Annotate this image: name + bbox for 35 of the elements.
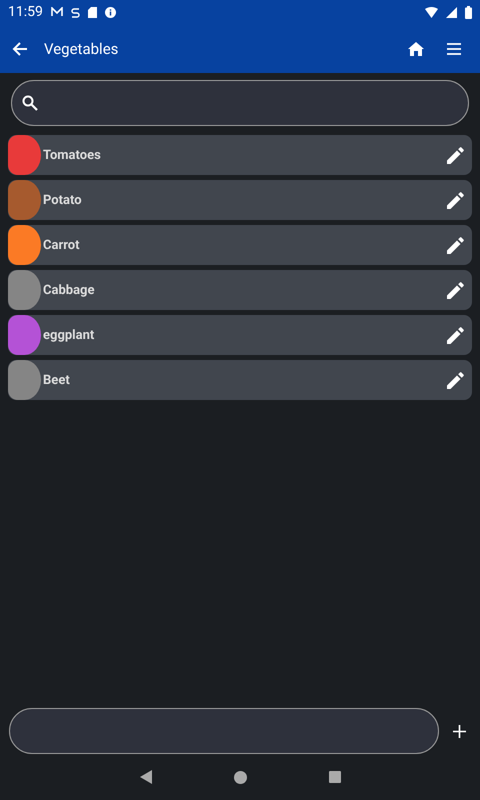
back-arrow-icon[interactable]	[12, 40, 28, 56]
search-field[interactable]	[11, 80, 469, 126]
item-name: eggplant	[43, 328, 96, 342]
edit-icon[interactable]	[447, 192, 464, 208]
list-item[interactable]: Cabbage	[8, 270, 472, 310]
signal-icon	[446, 6, 457, 18]
edit-icon[interactable]	[447, 282, 464, 298]
screen-title: Vegetables	[44, 40, 120, 58]
list-item[interactable]: Potato	[8, 180, 472, 220]
search-icon	[22, 95, 38, 111]
list-item[interactable]: Tomatoes	[8, 135, 472, 175]
list-item[interactable]: Beet	[8, 360, 472, 400]
sd-card-icon	[88, 6, 97, 18]
item-name: Beet	[43, 372, 71, 388]
mail-icon	[50, 7, 63, 17]
list-item[interactable]: eggplant	[8, 315, 472, 355]
item-name: Cabbage	[43, 282, 96, 298]
info-icon	[104, 6, 116, 18]
edit-icon[interactable]	[447, 326, 464, 344]
recents-nav-icon[interactable]	[328, 771, 340, 783]
item-name: Potato	[43, 192, 83, 208]
item-name: Carrot	[43, 238, 81, 252]
status-time: 11:59	[8, 4, 43, 20]
sync-icon	[70, 6, 80, 18]
add-item-field[interactable]	[9, 708, 439, 754]
item-name: Tomatoes	[43, 148, 102, 162]
edit-icon[interactable]	[447, 146, 464, 164]
wifi-icon	[425, 6, 438, 18]
list-item[interactable]: Carrot	[8, 225, 472, 265]
edit-icon[interactable]	[447, 372, 464, 388]
battery-icon	[465, 6, 472, 18]
edit-icon[interactable]	[447, 236, 464, 254]
back-nav-icon[interactable]	[140, 770, 152, 784]
add-icon[interactable]	[453, 724, 466, 738]
home-nav-icon[interactable]	[234, 770, 246, 784]
